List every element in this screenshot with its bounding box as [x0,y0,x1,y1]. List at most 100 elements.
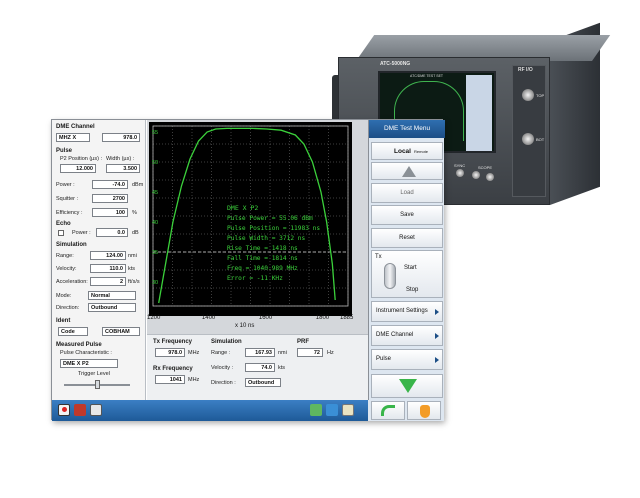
back-button[interactable] [371,401,405,420]
prf-label: PRF [297,339,309,345]
pulse-characteristic-select[interactable]: DME X P2 [60,359,118,368]
record-dot-icon [62,407,67,412]
bot-rf-connector [522,133,534,145]
direction-label: Direction: [56,305,80,311]
scroll-up-button[interactable] [371,162,443,180]
status-taskbar [52,400,368,421]
save-label: Save [400,212,414,218]
local-label: Local [394,148,411,155]
echo-title: Echo [56,221,71,227]
hand-pointer-icon [420,405,430,418]
acceleration-unit: ft/s/s [128,279,140,285]
annotation-line: Pulse Position = 11983 ns [227,225,320,232]
y-tick-label: 55 [152,130,158,136]
prf-value: 72 [297,348,323,357]
range-label: Range: [56,253,74,259]
down-arrow-icon [399,379,417,393]
annotation-line: Pulse Power = 55.06 dBm [227,215,313,222]
x-tick-label: 1800 [315,315,330,321]
device-screen-label: ATC/DME TEST SET [410,74,444,78]
dme-test-menu: DME Test Menu Local Remote Load Save Res… [368,120,445,400]
home-icon[interactable] [58,404,70,416]
top-port-label: TOP [536,93,545,98]
tools-icon[interactable] [90,404,102,416]
save-button[interactable]: Save [371,205,443,225]
width-field[interactable]: 3.500 [106,164,140,173]
tx-toggle-switch [384,263,396,289]
squitter-label: Squitter : [56,196,79,202]
screenshot-icon[interactable] [326,404,338,416]
range-field[interactable]: 124.00 [90,251,126,260]
power-field[interactable]: -74.0 [92,180,128,189]
scope-connector-2 [486,173,494,181]
channel-frequency-field[interactable]: 978.0 [102,133,140,142]
velocity-field[interactable]: 110.0 [90,264,126,273]
echo-power-unit: dB [132,230,139,236]
tx-toggle-button[interactable]: Tx Start Stop [371,250,443,298]
sim-direction-value: Outbound [245,378,281,387]
print-icon[interactable] [342,404,354,416]
dme-channel-menu-button[interactable]: DME Channel [371,325,443,346]
chevron-right-icon [435,356,439,363]
rx-frequency-label: Rx Frequency [153,366,193,372]
echo-checkbox[interactable] [58,230,64,236]
echo-power-label: Power : [72,230,91,236]
tx-frequency-label: Tx Frequency [153,339,193,345]
scope-connector-1 [472,171,480,179]
sim-range-unit: nmi [278,350,287,356]
dme-test-application: DME Channel MHZ X 978.0 Pulse P2 Positio… [51,119,445,421]
mode-select[interactable]: Normal [88,291,136,300]
range-unit: nmi [128,253,137,259]
tx-frequency-unit: MHz [188,350,200,356]
dme-channel-title: DME Channel [56,124,95,130]
load-button[interactable]: Load [371,183,443,203]
x-tick-label: 1885 [340,315,354,321]
settings-panel: DME Channel MHZ X 978.0 Pulse P2 Positio… [52,120,146,400]
rx-frequency-unit: MHz [188,377,200,383]
start-label: Start [404,265,417,271]
touch-button[interactable] [407,401,441,420]
efficiency-unit: % [132,210,137,216]
p2-position-label: P2 Position (µs) : [60,156,102,162]
y-tick-label: 40 [152,220,158,226]
annotation-line: Freq = 1040.989 MHz [227,265,298,272]
export-icon[interactable] [310,404,322,416]
bot-port-label: BOT [536,137,545,142]
echo-power-field[interactable]: 0.0 [96,228,128,237]
instrument-settings-label: Instrument Settings [376,307,428,314]
pulse-title: Pulse [56,148,73,154]
x-tick-label: 1600 [258,315,273,321]
annotation-line: Rise Time = 1418 ns [227,245,298,252]
acceleration-field[interactable]: 2 [90,277,126,286]
device-screen-menu [466,75,492,151]
pulse-menu-button[interactable]: Pulse [371,349,443,370]
dme-channel-menu-label: DME Channel [376,331,414,338]
direction-select[interactable]: Outbound [88,303,136,312]
measured-pulse-title: Measured Pulse [56,342,102,348]
efficiency-field[interactable]: 100 [92,208,128,217]
alert-icon[interactable] [74,404,86,416]
reset-button[interactable]: Reset [371,228,443,248]
simulation-title: Simulation [56,242,87,248]
squitter-field[interactable]: 2700 [92,194,128,203]
annotation-line: Fall Time = 1814 ns [227,255,298,262]
instrument-settings-button[interactable]: Instrument Settings [371,301,443,322]
sim-direction-label: Direction : [211,380,236,386]
pulse-characteristic-label: Pulse Characteristic : [60,350,112,356]
power-label: Power : [56,182,75,188]
device-model-label: ATC-5000NG [380,61,411,67]
ident-code-label: Code [58,327,88,336]
x-tick-label: 1200 [147,315,161,321]
local-remote-button[interactable]: Local Remote [371,142,443,160]
scroll-down-button[interactable] [371,374,443,398]
acceleration-label: Acceleration: [56,279,88,285]
channel-mode-field[interactable]: MHZ X [56,133,90,142]
device-rf-panel [512,65,546,197]
power-unit: dBm [132,182,144,188]
trigger-level-slider[interactable] [95,380,100,389]
trigger-level-label: Trigger Level [78,371,110,377]
p2-position-field[interactable]: 12.000 [60,164,96,173]
scope-port-label: SCOPE [478,165,493,170]
ident-code-field[interactable]: COBHAM [102,327,140,336]
reset-label: Reset [399,235,415,241]
